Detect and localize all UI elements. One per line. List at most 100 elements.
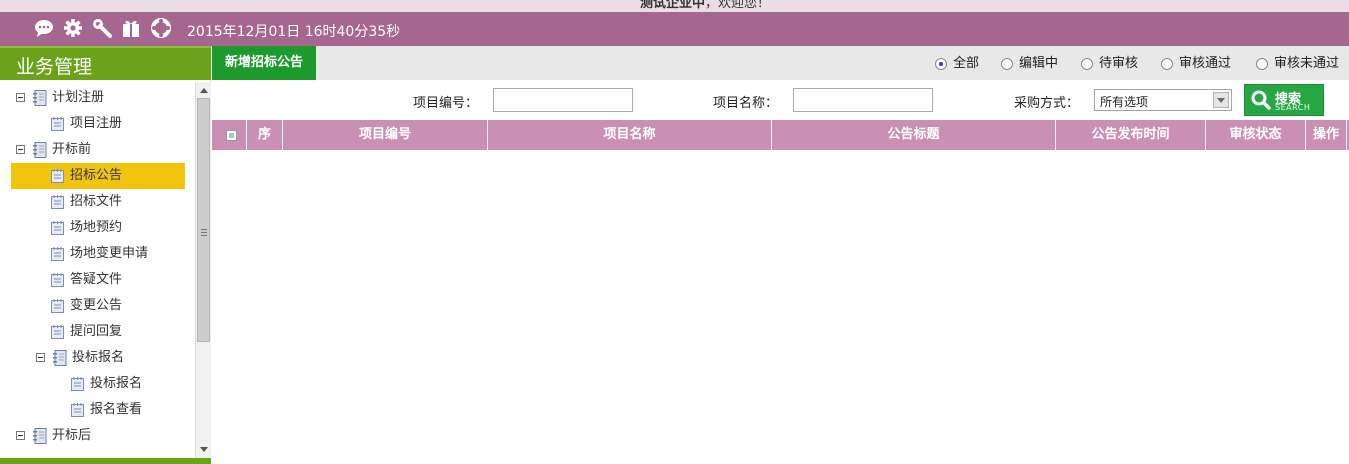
document-icon [71,403,84,417]
radio-circle-icon[interactable] [1081,58,1093,70]
tree-item[interactable]: 答疑文件 [11,267,185,293]
tree-label: 场地预约 [70,220,123,235]
scroll-up-arrow-icon[interactable] [200,88,208,93]
tree-label: 项目注册 [70,116,123,131]
tree-item[interactable]: 变更公告 [11,293,185,319]
table-header: 序项目编号 项目名称 公告标题 公告发布时间 审核状态 操作 [212,120,1349,150]
collapse-toggle-icon[interactable] [16,431,25,440]
method-label: 采购方式： [1014,96,1080,111]
sidebar-title: 业务管理 [16,56,93,78]
col-project-name-header[interactable]: 项目名称 [488,120,772,150]
scroll-thumb[interactable] [197,98,210,342]
col-publish-time-header[interactable]: 公告发布时间 [1056,120,1206,150]
tree-item[interactable]: 场地预约 [11,215,185,241]
gear-icon[interactable] [62,17,84,39]
tree-item[interactable]: 提问回复 [11,319,185,345]
app-window: 测试企业中，欢迎您！ 2015年12月01日 16时40分35秒 业务管理 计划… [0,0,1349,464]
content-toolbar: 新增招标公告 全部 编辑中 待审核 审核通过 审核未通过 [211,46,1349,80]
tree-item[interactable]: 场地变更申请 [11,241,185,267]
current-datetime: 2015年12月01日 16时40分35秒 [187,24,401,40]
filter-label: 全部 [953,56,980,71]
filter-label: 审核通过 [1179,56,1232,71]
project-no-label: 项目编号： [413,96,479,111]
tree-item[interactable]: 报名查看 [11,397,185,423]
col-notice-title-header[interactable]: 公告标题 [772,120,1056,150]
radio-circle-icon[interactable] [935,58,947,70]
filter-label: 审核未通过 [1274,56,1340,71]
search-button[interactable]: 搜索 SEARCH [1244,84,1324,116]
filter-label: 编辑中 [1019,56,1059,71]
notebook-icon [33,428,47,444]
new-tender-notice-button[interactable]: 新增招标公告 [212,46,316,80]
tree-item[interactable]: 招标文件 [11,189,185,215]
search-button-sublabel: SEARCH [1275,103,1311,112]
tree-folder[interactable]: 投标报名 [11,345,185,371]
select-all-checkbox[interactable] [226,130,237,141]
tree-item[interactable]: 招标公告 [11,163,185,189]
radio-circle-icon[interactable] [1001,58,1013,70]
welcome-text: ，欢迎您！ [705,0,771,11]
project-name-input[interactable] [793,88,933,112]
tree-label: 开标后 [52,428,92,443]
welcome-message: 测试企业中，欢迎您！ [640,0,770,11]
notebook-icon [33,142,47,158]
document-icon [51,273,64,287]
tree-folder[interactable]: 计划注册 [11,85,185,111]
tree-label: 招标公告 [70,168,123,183]
document-icon [51,247,64,261]
notebook-icon [53,350,67,366]
tree-label: 投标报名 [72,350,125,365]
nav-tree: 计划注册项目注册开标前招标公告招标文件场地预约场地变更申请 答疑文件变更公告提问回… [0,80,211,458]
tree-folder[interactable]: 开标前 [11,137,185,163]
tree-label: 变更公告 [70,298,123,313]
tree-label: 提问回复 [70,324,123,339]
tree-label: 场地变更申请 [70,246,149,261]
chat-icon[interactable] [33,17,55,39]
project-name-label: 项目名称： [713,96,779,111]
chevron-down-icon [1213,92,1229,108]
tree-folder[interactable]: 开标后 [11,423,185,449]
document-icon [51,117,64,131]
top-strip: 测试企业中，欢迎您！ [0,0,1349,12]
document-icon [51,325,64,339]
scroll-down-arrow-icon[interactable] [200,447,208,452]
collapse-toggle-icon[interactable] [36,353,45,362]
tree-label: 计划注册 [52,90,105,105]
document-icon [51,299,64,313]
sidebar-scrollbar[interactable] [195,82,211,458]
tree-label: 投标报名 [90,376,143,391]
col-actions-header[interactable]: 操作 [1306,120,1347,150]
filter-label: 待审核 [1099,56,1139,71]
select-all-header [212,120,247,150]
tree-label: 开标前 [52,142,92,157]
top-toolbar: 2015年12月01日 16时40分35秒 [0,12,1349,46]
tools-icon[interactable] [91,17,113,39]
tree-item[interactable]: 投标报名 [11,371,185,397]
col-index-header[interactable]: 序 [247,120,283,150]
document-icon [51,169,64,183]
search-icon [1251,90,1271,110]
document-icon [51,221,64,235]
tree-label: 报名查看 [90,402,143,417]
col-review-status-header[interactable]: 审核状态 [1206,120,1306,150]
radio-circle-icon[interactable] [1256,58,1268,70]
sidebar-header: 业务管理 [0,46,211,80]
tree-label: 答疑文件 [70,272,123,287]
collapse-toggle-icon[interactable] [16,93,25,102]
sidebar-footer [0,458,211,464]
tree-label: 招标文件 [70,194,123,209]
document-icon [71,377,84,391]
radio-circle-icon[interactable] [1161,58,1173,70]
notebook-icon [33,90,47,106]
col-project-no-header[interactable]: 项目编号 [283,120,488,150]
document-icon [51,195,64,209]
project-no-input[interactable] [493,88,633,112]
procurement-method-value: 所有选项 [1100,95,1149,109]
scroll-grip-icon [201,229,207,236]
tree-item[interactable]: 项目注册 [11,111,185,137]
procurement-method-select[interactable]: 所有选项 [1094,89,1232,111]
lifebuoy-icon[interactable] [150,17,172,39]
welcome-user: 测试企业中 [640,0,706,11]
gift-icon[interactable] [120,17,142,39]
collapse-toggle-icon[interactable] [16,145,25,154]
